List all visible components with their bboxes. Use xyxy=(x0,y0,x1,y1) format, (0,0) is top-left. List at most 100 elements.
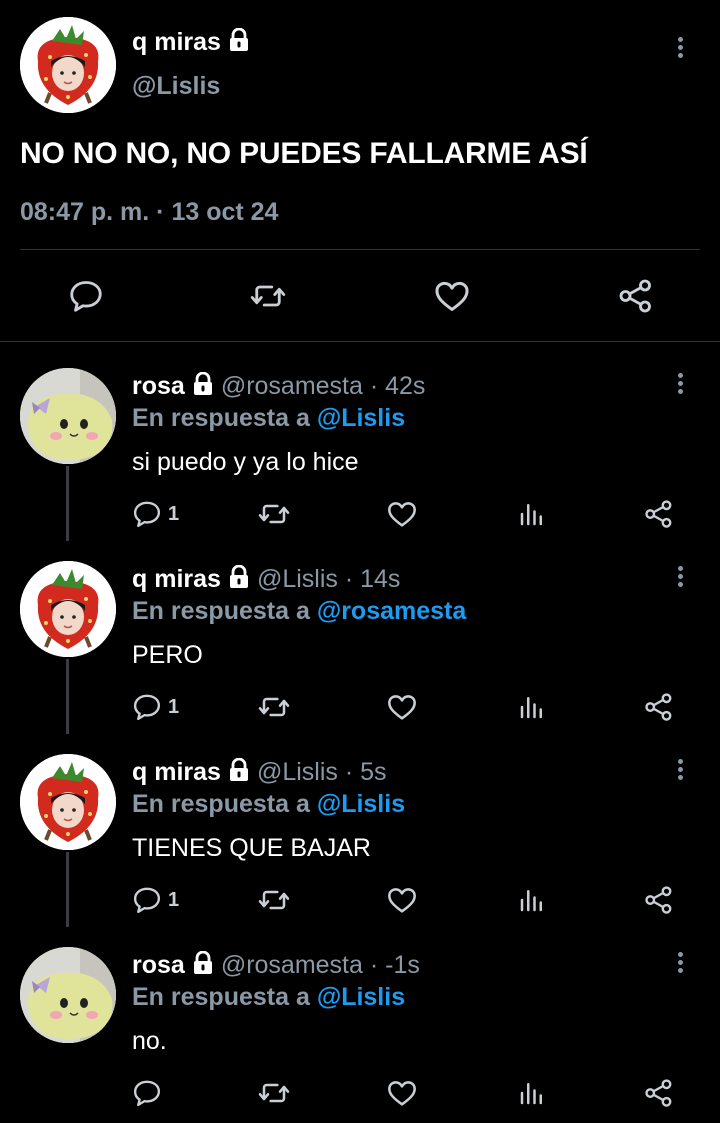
reply-context: En respuesta a @Lislis xyxy=(132,404,405,433)
share-icon xyxy=(644,1078,674,1108)
reply-tweet[interactable]: rosa @rosamesta · -1s En respuesta a @Lis… xyxy=(0,921,720,1114)
retweet-button[interactable] xyxy=(258,1076,290,1110)
tweet-text: si puedo y ya lo hice xyxy=(132,448,359,476)
lock-icon xyxy=(191,951,215,975)
stats-button[interactable] xyxy=(517,1076,547,1110)
reply-button[interactable]: 1 xyxy=(132,883,179,917)
reply-icon xyxy=(132,1078,162,1108)
retweet-icon xyxy=(250,278,286,314)
mention-link[interactable]: @Lislis xyxy=(317,790,405,818)
reply-context-label: En respuesta a xyxy=(132,404,310,432)
avatar[interactable] xyxy=(20,17,116,113)
like-icon xyxy=(386,691,418,723)
author-name[interactable]: rosa xyxy=(132,951,185,979)
reply-button[interactable]: 1 xyxy=(132,497,179,531)
stats-icon xyxy=(517,499,547,529)
action-bar xyxy=(0,270,720,322)
reply-context-label: En respuesta a xyxy=(132,983,310,1011)
lock-icon xyxy=(227,758,251,782)
stats-icon xyxy=(517,885,547,915)
divider xyxy=(20,249,700,250)
like-button[interactable] xyxy=(386,883,418,917)
reply-header: q miras @Lislis · 14s xyxy=(132,565,400,594)
avatar[interactable] xyxy=(20,947,116,1043)
reply-context: En respuesta a @Lislis xyxy=(132,983,405,1012)
retweet-icon xyxy=(258,1077,290,1109)
stats-icon xyxy=(517,692,547,722)
lock-icon xyxy=(227,565,251,589)
share-button[interactable] xyxy=(644,883,674,917)
more-icon[interactable] xyxy=(675,37,685,67)
reply-tweet[interactable]: q miras @Lislis · 14s En respuesta a @ros… xyxy=(0,535,720,734)
author-handle[interactable]: @Lislis · 14s xyxy=(257,565,400,593)
reply-button[interactable] xyxy=(64,270,108,322)
share-button[interactable] xyxy=(644,1076,674,1110)
author-handle[interactable]: @Lislis · 5s xyxy=(257,758,387,786)
more-icon[interactable] xyxy=(675,759,685,789)
retweet-button[interactable] xyxy=(246,270,290,322)
thread-line xyxy=(66,466,69,541)
reply-count: 1 xyxy=(168,502,180,525)
tweet-text: PERO xyxy=(132,641,203,669)
reply-icon xyxy=(132,692,162,722)
like-button[interactable] xyxy=(386,690,418,724)
lock-icon xyxy=(191,372,215,396)
like-icon xyxy=(386,1077,418,1109)
tweet-text: TIENES QUE BAJAR xyxy=(132,834,371,862)
stats-button[interactable] xyxy=(517,497,547,531)
author-name[interactable]: q miras xyxy=(132,28,251,57)
share-icon xyxy=(644,692,674,722)
author-name[interactable]: rosa xyxy=(132,372,185,400)
author-name-text: q miras xyxy=(132,28,221,56)
like-button[interactable] xyxy=(386,497,418,531)
author-handle[interactable]: @Lislis xyxy=(132,72,220,101)
more-icon[interactable] xyxy=(675,373,685,403)
reply-header: rosa @rosamesta · 42s xyxy=(132,372,425,401)
reply-context: En respuesta a @rosamesta xyxy=(132,597,466,626)
reply-tweet[interactable]: q miras @Lislis · 5s En respuesta a @Lisl… xyxy=(0,728,720,927)
stats-button[interactable] xyxy=(517,883,547,917)
like-icon xyxy=(386,884,418,916)
author-handle[interactable]: @rosamesta · 42s xyxy=(221,372,426,400)
tweet-text: no. xyxy=(132,1027,167,1055)
stats-button[interactable] xyxy=(517,690,547,724)
more-icon[interactable] xyxy=(675,952,685,982)
reply-header: rosa @rosamesta · -1s xyxy=(132,951,420,980)
avatar[interactable] xyxy=(20,368,116,464)
share-button[interactable] xyxy=(614,270,658,322)
avatar[interactable] xyxy=(20,561,116,657)
like-button[interactable] xyxy=(430,270,474,322)
thread-line xyxy=(66,659,69,734)
thread-line xyxy=(66,852,69,927)
like-button[interactable] xyxy=(386,1076,418,1110)
reply-context: En respuesta a @Lislis xyxy=(132,790,405,819)
share-icon xyxy=(644,499,674,529)
author-name[interactable]: q miras xyxy=(132,565,221,593)
retweet-button[interactable] xyxy=(258,497,290,531)
tweet-text: NO NO NO, NO PUEDES FALLARME ASÍ xyxy=(20,137,588,170)
reply-header: q miras @Lislis · 5s xyxy=(132,758,387,787)
author-handle[interactable]: @rosamesta · -1s xyxy=(221,951,420,979)
author-name[interactable]: q miras xyxy=(132,758,221,786)
reply-icon xyxy=(132,499,162,529)
retweet-button[interactable] xyxy=(258,883,290,917)
reply-button[interactable] xyxy=(132,1076,162,1110)
share-button[interactable] xyxy=(644,690,674,724)
retweet-icon xyxy=(258,498,290,530)
avatar[interactable] xyxy=(20,754,116,850)
mention-link[interactable]: @Lislis xyxy=(317,983,405,1011)
retweet-button[interactable] xyxy=(258,690,290,724)
reply-button[interactable]: 1 xyxy=(132,690,179,724)
share-icon xyxy=(644,885,674,915)
share-button[interactable] xyxy=(644,497,674,531)
reply-tweet[interactable]: rosa @rosamesta · 42s En respuesta a @Lis… xyxy=(0,342,720,541)
reply-icon xyxy=(68,278,104,314)
more-icon[interactable] xyxy=(675,566,685,596)
retweet-icon xyxy=(258,884,290,916)
reply-count: 1 xyxy=(168,888,180,911)
mention-link[interactable]: @rosamesta xyxy=(317,597,466,625)
timestamp: 08:47 p. m. · 13 oct 24 xyxy=(20,198,279,226)
mention-link[interactable]: @Lislis xyxy=(317,404,405,432)
reply-icon xyxy=(132,885,162,915)
reply-context-label: En respuesta a xyxy=(132,790,310,818)
